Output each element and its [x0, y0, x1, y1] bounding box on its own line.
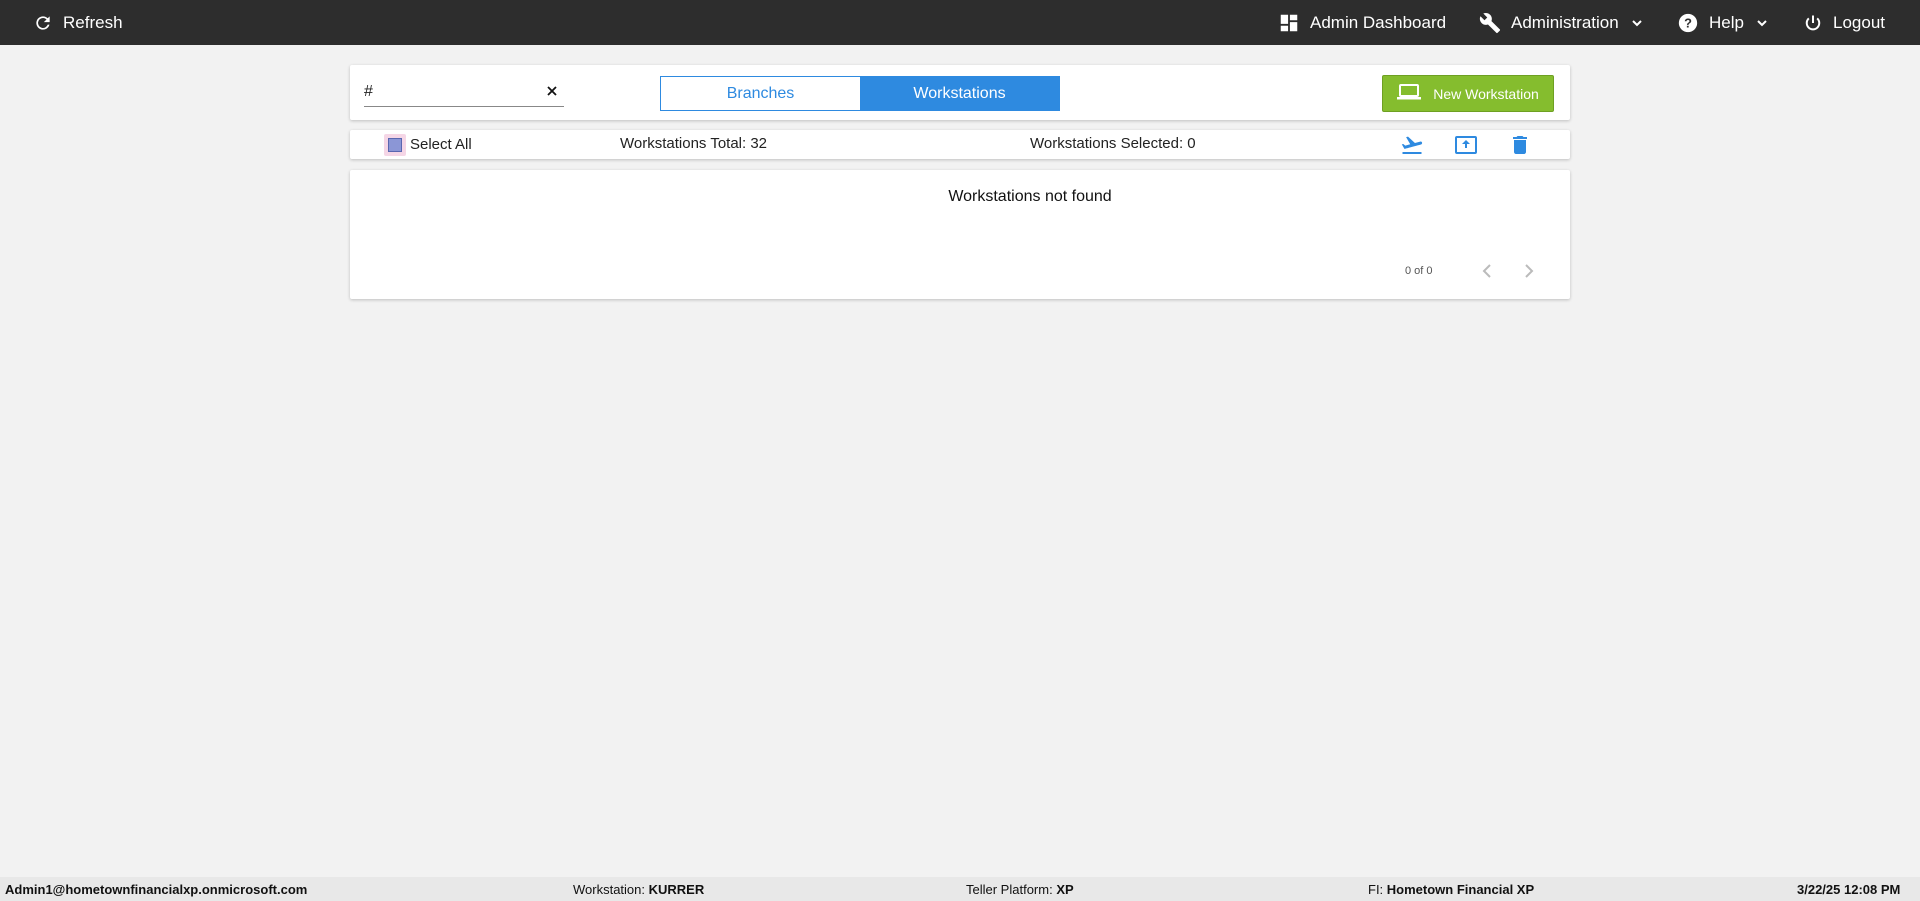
- help-menu[interactable]: ? Help: [1677, 0, 1768, 45]
- footer-fi-label: FI:: [1368, 882, 1387, 897]
- wrench-icon: [1479, 12, 1501, 34]
- new-workstation-label: New Workstation: [1433, 85, 1539, 102]
- admin-dashboard-link[interactable]: Admin Dashboard: [1278, 0, 1446, 45]
- airplane-departure-icon[interactable]: [1400, 133, 1424, 157]
- footer-user: Admin1@hometownfinancialxp.onmicrosoft.c…: [5, 882, 308, 897]
- footer-platform-label: Teller Platform:: [966, 882, 1057, 897]
- footer-fi-value: Hometown Financial XP: [1386, 882, 1535, 897]
- footer-fi: FI: Hometown Financial XP: [1368, 882, 1534, 897]
- selection-bar: Select All Workstations Total: 32 Workst…: [350, 130, 1570, 159]
- refresh-icon: [33, 13, 53, 33]
- power-icon: [1803, 13, 1823, 33]
- top-nav-bar: Refresh Admin Dashboard Administration ?…: [0, 0, 1920, 45]
- workstations-selected: Workstations Selected: 0: [1030, 135, 1196, 152]
- chevron-down-icon: [1631, 17, 1643, 29]
- dashboard-icon: [1278, 12, 1300, 34]
- tab-branches[interactable]: Branches: [661, 77, 860, 110]
- chevron-left-icon[interactable]: [1478, 261, 1498, 281]
- administration-menu[interactable]: Administration: [1479, 0, 1643, 45]
- footer-workstation-label: Workstation:: [573, 882, 649, 897]
- footer-datetime: 3/22/25 12:08 PM: [1797, 882, 1901, 897]
- view-tabs: Branches Workstations: [660, 76, 1060, 111]
- chevron-right-icon[interactable]: [1518, 261, 1538, 281]
- status-footer: Admin1@hometownfinancialxp.onmicrosoft.c…: [0, 877, 1920, 901]
- tab-workstations[interactable]: Workstations: [860, 77, 1059, 110]
- search-field: [364, 79, 564, 107]
- clear-search-icon[interactable]: [544, 83, 560, 99]
- search-input[interactable]: [364, 81, 534, 103]
- footer-workstation-value: KURRER: [648, 882, 705, 897]
- workstations-total: Workstations Total: 32: [620, 135, 768, 152]
- chevron-down-icon: [1756, 17, 1768, 29]
- svg-text:?: ?: [1684, 15, 1692, 30]
- administration-label: Administration: [1511, 12, 1619, 32]
- upload-box-icon[interactable]: [1454, 133, 1478, 157]
- admin-dashboard-label: Admin Dashboard: [1310, 12, 1447, 32]
- search-toolbar: Branches Workstations New Workstation: [350, 65, 1570, 120]
- help-label: Help: [1709, 12, 1744, 32]
- help-circle-icon: ?: [1677, 12, 1699, 34]
- workstations-results: Workstations not found 0 of 0: [350, 170, 1570, 299]
- logout-button[interactable]: Logout: [1803, 0, 1885, 45]
- trash-icon[interactable]: [1508, 133, 1532, 157]
- laptop-icon: [1397, 83, 1422, 104]
- new-workstation-button[interactable]: New Workstation: [1382, 75, 1554, 112]
- select-all-label[interactable]: Select All: [410, 136, 472, 153]
- pagination-status: 0 of 0: [1405, 265, 1433, 277]
- refresh-button[interactable]: Refresh: [33, 0, 123, 45]
- select-all-checkbox-wrap[interactable]: [384, 134, 406, 156]
- footer-workstation: Workstation: KURRER: [573, 882, 704, 897]
- footer-platform: Teller Platform: XP: [966, 882, 1074, 897]
- refresh-label: Refresh: [63, 12, 123, 32]
- logout-label: Logout: [1833, 12, 1885, 32]
- select-all-checkbox[interactable]: [388, 138, 402, 152]
- footer-platform-value: XP: [1056, 882, 1074, 897]
- empty-results-message: Workstations not found: [948, 188, 1112, 205]
